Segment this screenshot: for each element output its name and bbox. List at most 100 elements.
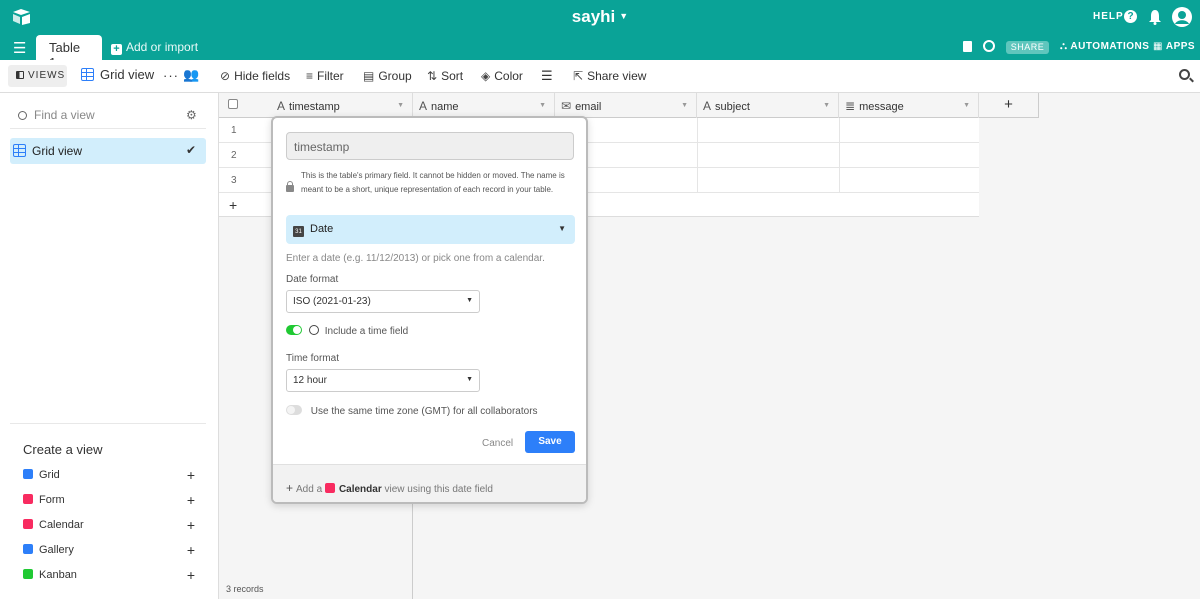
- chevron-down-icon[interactable]: ▼: [619, 11, 628, 21]
- filter-button[interactable]: ≡ Filter: [306, 69, 344, 83]
- row-height-icon[interactable]: ☰: [541, 68, 553, 84]
- sidebar-icon: [16, 71, 24, 79]
- add-calendar-view-link[interactable]: + Add a Calendar view using this date fie…: [273, 464, 586, 502]
- create-view-calendar[interactable]: Calendar +: [23, 517, 198, 533]
- sort-button[interactable]: ⇅ Sort: [427, 69, 463, 83]
- cell-divider: [839, 143, 840, 168]
- column-header-name[interactable]: Aname ▼: [413, 93, 555, 118]
- include-time-label: Include a time field: [324, 326, 409, 337]
- base-name[interactable]: sayhi: [572, 7, 615, 26]
- calendar-icon: 31: [293, 226, 304, 237]
- column-header-subject[interactable]: Asubject ▼: [697, 93, 839, 118]
- field-name-input[interactable]: timestamp: [286, 132, 574, 160]
- create-view-gallery[interactable]: Gallery +: [23, 542, 198, 558]
- plus-icon[interactable]: +: [229, 197, 237, 213]
- cell-divider: [697, 168, 698, 193]
- gear-icon[interactable]: ⚙: [186, 108, 197, 122]
- add-or-import-button[interactable]: + Add or import: [111, 40, 198, 55]
- base-title[interactable]: sayhi ▼: [0, 7, 1200, 27]
- sidebar-item-label: Grid view: [32, 144, 83, 158]
- create-view-grid[interactable]: Grid +: [23, 467, 198, 483]
- group-icon: ▤: [363, 69, 375, 83]
- search-icon[interactable]: [1179, 69, 1190, 80]
- find-view-input[interactable]: Find a view: [18, 108, 95, 122]
- chevron-down-icon[interactable]: ▼: [681, 102, 688, 109]
- lock-icon: [286, 181, 294, 192]
- column-name: email: [575, 101, 602, 113]
- long-text-icon: ≣: [845, 99, 856, 113]
- field-type-select[interactable]: 31 Date ▼: [286, 215, 575, 244]
- more-options-icon[interactable]: ···: [163, 68, 179, 83]
- create-view-title: Create a view: [23, 442, 103, 457]
- help-link[interactable]: HELP: [1093, 11, 1124, 22]
- include-time-toggle-row[interactable]: Include a time field: [286, 325, 408, 337]
- trash-icon[interactable]: [963, 41, 972, 52]
- date-format-select[interactable]: ISO (2021-01-23) ▼: [286, 290, 480, 313]
- tab-table-1[interactable]: Table 1▼: [36, 35, 102, 70]
- plus-icon[interactable]: +: [187, 492, 195, 508]
- help-icon[interactable]: ?: [1124, 10, 1137, 23]
- cell-divider: [697, 143, 698, 168]
- clock-icon: [308, 325, 319, 335]
- color-button[interactable]: ◈ Color: [481, 69, 523, 83]
- add-field-button[interactable]: +: [979, 93, 1039, 118]
- create-view-label: Gallery: [39, 544, 74, 556]
- same-timezone-toggle-row[interactable]: Use the same time zone (GMT) for all col…: [286, 405, 538, 417]
- hide-fields-label: Hide fields: [234, 69, 291, 83]
- save-button[interactable]: Save: [525, 431, 575, 453]
- plus-icon[interactable]: +: [187, 467, 195, 483]
- views-toggle-button[interactable]: VIEWS: [8, 65, 67, 87]
- column-name: subject: [715, 101, 750, 113]
- row-number: 1: [231, 125, 237, 136]
- field-help-text: Enter a date (e.g. 11/12/2013) or pick o…: [286, 253, 545, 264]
- toggle-knob: [287, 406, 295, 414]
- text-icon: A: [419, 99, 428, 113]
- create-view-label: Kanban: [39, 569, 77, 581]
- plus-icon[interactable]: +: [187, 517, 195, 533]
- column-name: timestamp: [289, 101, 340, 113]
- sort-label: Sort: [441, 69, 464, 83]
- check-icon: ✔: [185, 143, 196, 157]
- time-format-select[interactable]: 12 hour ▼: [286, 369, 480, 392]
- create-view-form[interactable]: Form +: [23, 492, 198, 508]
- sidebar-item-grid-view[interactable]: Grid view ✔: [10, 138, 206, 164]
- include-time-toggle[interactable]: [286, 325, 302, 335]
- bell-icon[interactable]: [1148, 9, 1162, 25]
- apps-label: APPS: [1165, 41, 1196, 52]
- color-label: Color: [494, 69, 523, 83]
- menu-icon[interactable]: ☰: [13, 39, 26, 57]
- group-label: Group: [378, 69, 412, 83]
- hide-fields-button[interactable]: ⊘ Hide fields: [220, 69, 290, 83]
- paint-bucket-icon: ◈: [481, 69, 491, 83]
- column-header-email[interactable]: ✉ email ▼: [555, 93, 697, 118]
- footer-suffix: view using this date field: [384, 484, 493, 495]
- footer-prefix: Add a: [296, 484, 323, 495]
- plus-icon[interactable]: +: [187, 567, 195, 583]
- plus-icon: +: [286, 481, 294, 495]
- create-view-kanban[interactable]: Kanban +: [23, 567, 198, 583]
- share-view-button[interactable]: ⇱ Share view: [573, 69, 646, 83]
- primary-field-note: This is the table's primary field. It ca…: [301, 171, 565, 194]
- plus-icon[interactable]: +: [187, 542, 195, 558]
- time-format-label: Time format: [286, 353, 339, 364]
- select-all-checkbox[interactable]: [228, 99, 238, 109]
- same-timezone-toggle[interactable]: [286, 405, 302, 415]
- automations-button[interactable]: ⛬ AUTOMATIONS: [1060, 41, 1149, 52]
- group-button[interactable]: ▤ Group: [363, 69, 412, 83]
- share-button[interactable]: SHARE: [1006, 41, 1049, 54]
- gallery-icon: [23, 544, 33, 554]
- chevron-down-icon[interactable]: ▼: [963, 102, 970, 109]
- chevron-down-icon[interactable]: ▼: [823, 102, 830, 109]
- current-view-switcher[interactable]: Grid view: [81, 67, 154, 82]
- avatar[interactable]: [1172, 7, 1192, 27]
- collaborators-icon[interactable]: 👥: [183, 67, 199, 83]
- column-header-timestamp[interactable]: Atimestamp ▼: [271, 93, 413, 118]
- column-name: message: [859, 101, 904, 113]
- cancel-button[interactable]: Cancel: [482, 438, 513, 449]
- chevron-down-icon[interactable]: ▼: [397, 102, 404, 109]
- apps-button[interactable]: ▦ APPS: [1153, 41, 1195, 52]
- chevron-down-icon[interactable]: ▼: [539, 102, 546, 109]
- history-icon[interactable]: [983, 40, 995, 52]
- calendar-icon: [23, 519, 33, 529]
- column-header-message[interactable]: ≣ message ▼: [839, 93, 979, 118]
